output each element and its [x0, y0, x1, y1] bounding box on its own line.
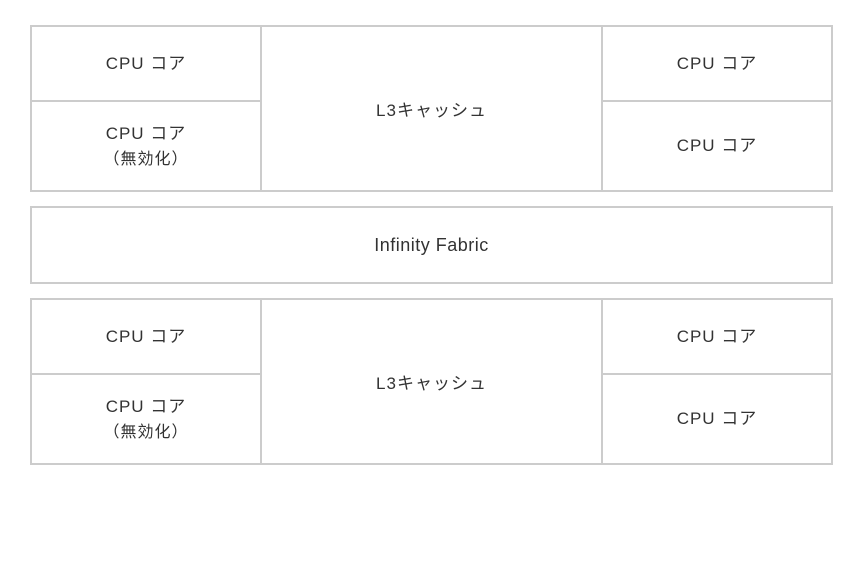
cpu-core-label: CPU コア: [106, 393, 187, 420]
ccx-top: CPU コア L3キャッシュ CPU コア CPU コア （無効化） CPU コ…: [30, 25, 833, 192]
cpu-block-diagram: CPU コア L3キャッシュ CPU コア CPU コア （無効化） CPU コ…: [30, 25, 833, 465]
infinity-fabric: Infinity Fabric: [30, 206, 833, 284]
cpu-core-label: CPU コア: [677, 405, 758, 432]
l3-cache-label: L3キャッシュ: [376, 369, 487, 394]
cpu-core-label: CPU コア: [677, 50, 758, 77]
infinity-fabric-label: Infinity Fabric: [374, 235, 489, 256]
cpu-core-top-left: CPU コア: [31, 26, 261, 101]
cpu-core-bottom-right: CPU コア: [602, 101, 832, 191]
l3-cache-bottom: L3キャッシュ: [261, 299, 602, 464]
cpu-core-subtext: （無効化）: [103, 147, 188, 173]
cpu-core-label: CPU コア: [677, 132, 758, 159]
cpu-core-label: CPU コア: [106, 50, 187, 77]
cpu-core-label: CPU コア: [677, 323, 758, 350]
cpu-core-label: CPU コア: [106, 120, 187, 147]
cpu-core-top-right: CPU コア: [602, 299, 832, 374]
cpu-core-bottom-left: CPU コア （無効化）: [31, 374, 261, 464]
cpu-core-subtext: （無効化）: [103, 420, 188, 446]
l3-cache-label: L3キャッシュ: [376, 96, 487, 121]
cpu-core-bottom-left: CPU コア （無効化）: [31, 101, 261, 191]
l3-cache-top: L3キャッシュ: [261, 26, 602, 191]
cpu-core-label: CPU コア: [106, 323, 187, 350]
ccx-bottom: CPU コア L3キャッシュ CPU コア CPU コア （無効化） CPU コ…: [30, 298, 833, 465]
cpu-core-top-left: CPU コア: [31, 299, 261, 374]
cpu-core-bottom-right: CPU コア: [602, 374, 832, 464]
cpu-core-top-right: CPU コア: [602, 26, 832, 101]
